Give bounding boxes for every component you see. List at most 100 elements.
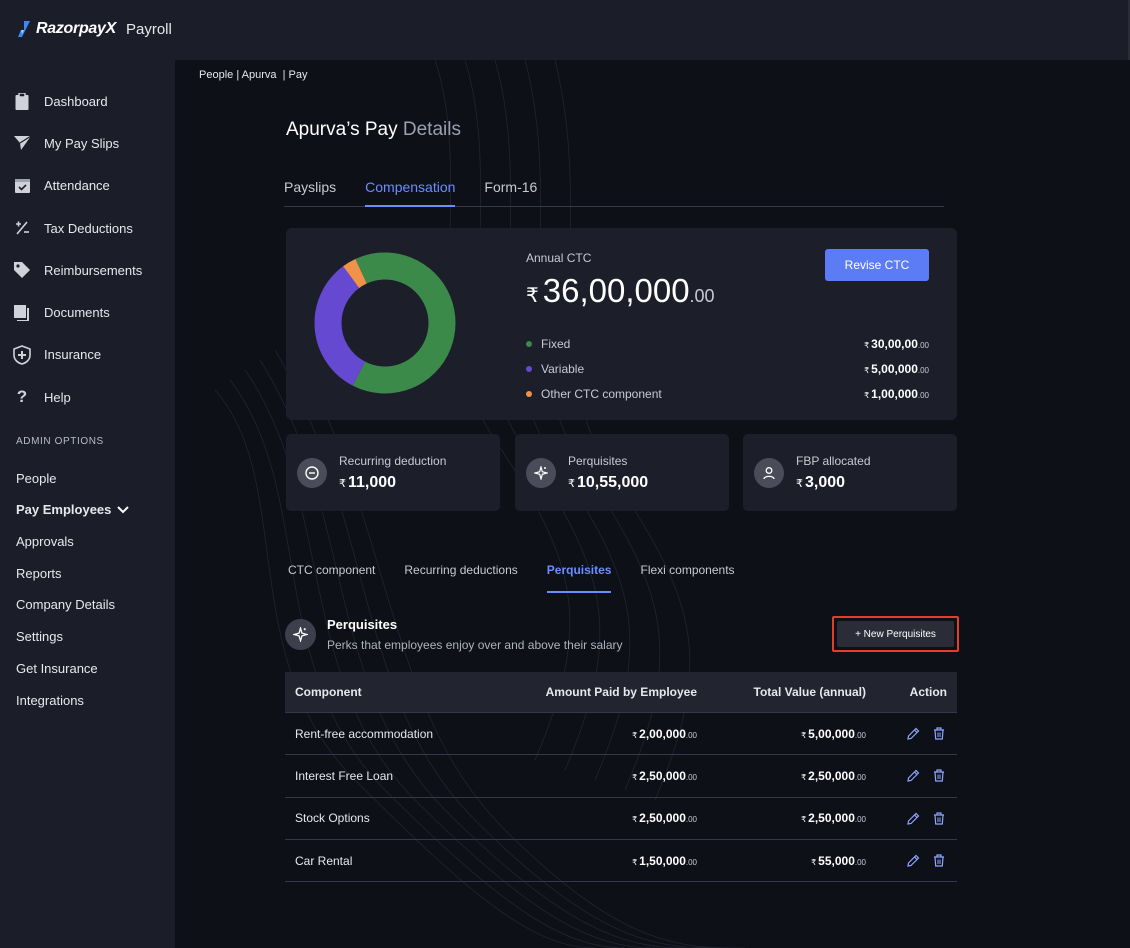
cell-amount-paid: ₹1,50,000.00 (501, 854, 697, 868)
currency-symbol: ₹ (811, 857, 817, 867)
legend-dot-variable (526, 366, 532, 373)
currency-symbol: ₹ (801, 772, 807, 782)
compensation-subtabs: CTC component Recurring deductions Perqu… (288, 560, 764, 593)
cell-actions (866, 769, 957, 783)
amount-decimals: .00 (685, 772, 697, 782)
admin-item-approvals[interactable]: Approvals (0, 526, 175, 558)
brand-product: Payroll (126, 20, 172, 38)
table-body: Rent-free accommodation ₹2,00,000.00 ₹5,… (285, 713, 957, 883)
stat-card-perquisites: Perquisites ₹10,55,000 (515, 434, 729, 511)
legend-dot-other (526, 390, 532, 397)
delete-icon[interactable] (933, 727, 945, 740)
cell-amount-paid: ₹2,00,000.00 (501, 727, 697, 741)
admin-item-settings[interactable]: Settings (0, 621, 175, 653)
legend-row-other: Other CTC component ₹1,00,000.00 (526, 381, 929, 406)
column-header-component: Component (295, 685, 362, 699)
breadcrumb: People | Apurva | Pay (199, 69, 307, 81)
sidebar-item-documents[interactable]: Documents (0, 291, 175, 333)
table-row: Rent-free accommodation ₹2,00,000.00 ₹5,… (285, 713, 957, 756)
cell-total-value: ₹2,50,000.00 (697, 769, 866, 783)
sidebar-item-help[interactable]: ? Help (0, 376, 175, 418)
table-header: Component Amount Paid by Employee Total … (285, 672, 957, 713)
sidebar: Dashboard My Pay Slips Attendance Tax De… (0, 60, 175, 948)
perquisites-title: Perquisites (327, 617, 398, 632)
admin-item-get-insurance[interactable]: Get Insurance (0, 653, 175, 685)
cell-actions (866, 854, 957, 867)
minus-circle-icon (297, 458, 327, 488)
ctc-legend: Fixed ₹30,00,00.00 Variable ₹5,00,000.00… (526, 332, 929, 406)
edit-icon[interactable] (907, 812, 920, 825)
tab-form-16[interactable]: Form-16 (484, 176, 537, 207)
cell-total-value: ₹5,00,000.00 (697, 727, 866, 741)
sidebar-item-tax-deductions[interactable]: Tax Deductions (0, 207, 175, 249)
admin-item-label: Pay Employees (16, 502, 112, 518)
revise-ctc-button[interactable]: Revise CTC (825, 249, 929, 281)
admin-item-reports[interactable]: Reports (0, 557, 175, 589)
admin-item-pay-employees[interactable]: Pay Employees (0, 494, 175, 526)
admin-item-people[interactable]: People (0, 462, 175, 494)
currency-symbol: ₹ (801, 815, 807, 825)
cell-total-value: ₹2,50,000.00 (697, 811, 866, 825)
amount-decimals: .00 (685, 815, 697, 825)
sidebar-item-label: Reimbursements (44, 262, 143, 278)
tag-icon (12, 260, 32, 280)
sidebar-item-dashboard[interactable]: Dashboard (0, 80, 175, 122)
legend-value: ₹5,00,000.00 (864, 362, 929, 376)
currency-symbol: ₹ (864, 390, 870, 400)
breadcrumb-pay[interactable]: Pay (288, 69, 307, 81)
ctc-amount-value: 36,00,000 (542, 272, 690, 309)
legend-label: Variable (541, 362, 585, 377)
legend-value: ₹1,00,000.00 (864, 387, 929, 401)
breadcrumb-apurva[interactable]: Apurva (242, 69, 277, 81)
brand-logo[interactable]: RazorpayX Payroll (18, 20, 172, 38)
stat-amount: 10,55,000 (577, 474, 649, 491)
admin-item-label: Settings (16, 629, 63, 645)
table-row: Car Rental ₹1,50,000.00 ₹55,000.00 (285, 840, 957, 883)
currency-symbol: ₹ (796, 478, 803, 490)
legend-label: Fixed (541, 337, 571, 352)
page-title-main: Apurva’s Pay (286, 119, 398, 140)
currency-symbol: ₹ (864, 341, 870, 351)
legend-decimals: .00 (917, 390, 929, 400)
ctc-donut-chart (314, 252, 456, 394)
subtab-ctc-component[interactable]: CTC component (288, 560, 375, 593)
sidebar-item-insurance[interactable]: Insurance (0, 334, 175, 376)
currency-symbol: ₹ (632, 730, 638, 740)
delete-icon[interactable] (933, 854, 945, 867)
edit-icon[interactable] (907, 854, 920, 867)
sidebar-item-reimbursements[interactable]: Reimbursements (0, 249, 175, 291)
delete-icon[interactable] (933, 812, 945, 825)
tab-compensation[interactable]: Compensation (365, 176, 456, 207)
admin-item-label: Integrations (16, 692, 84, 708)
amount-value: 2,50,000 (808, 768, 855, 783)
admin-item-label: Approvals (16, 534, 74, 550)
delete-icon[interactable] (933, 769, 945, 783)
admin-item-integrations[interactable]: Integrations (0, 684, 175, 716)
sidebar-item-my-pay-slips[interactable]: My Pay Slips (0, 122, 175, 164)
edit-icon[interactable] (907, 727, 920, 740)
admin-item-label: Company Details (16, 597, 115, 613)
amount-value: 2,50,000 (639, 768, 686, 783)
legend-row-variable: Variable ₹5,00,000.00 (526, 357, 929, 382)
currency-symbol: ₹ (632, 857, 638, 867)
stat-value: ₹10,55,000 (568, 474, 648, 492)
currency-symbol: ₹ (632, 815, 638, 825)
amount-value: 2,00,000 (639, 726, 686, 741)
edit-icon[interactable] (907, 769, 920, 783)
subtab-perquisites[interactable]: Perquisites (546, 560, 612, 593)
breadcrumb-people[interactable]: People (199, 69, 233, 81)
stat-value: ₹11,000 (339, 474, 396, 492)
sidebar-item-attendance[interactable]: Attendance (0, 165, 175, 207)
new-perquisites-button[interactable]: + New Perquisites (837, 621, 954, 647)
amount-value: 2,50,000 (639, 811, 686, 826)
sidebar-item-label: Dashboard (44, 93, 108, 109)
column-header-action: Action (909, 685, 947, 699)
amount-decimals: .00 (854, 815, 866, 825)
subtab-recurring-deductions[interactable]: Recurring deductions (404, 560, 517, 593)
new-perquisites-highlight: + New Perquisites (832, 616, 959, 652)
admin-item-company-details[interactable]: Company Details (0, 589, 175, 621)
stat-value: ₹3,000 (796, 474, 845, 492)
subtab-flexi-components[interactable]: Flexi components (640, 560, 734, 593)
page-title-light: Details (402, 119, 461, 140)
tab-payslips[interactable]: Payslips (284, 176, 336, 207)
